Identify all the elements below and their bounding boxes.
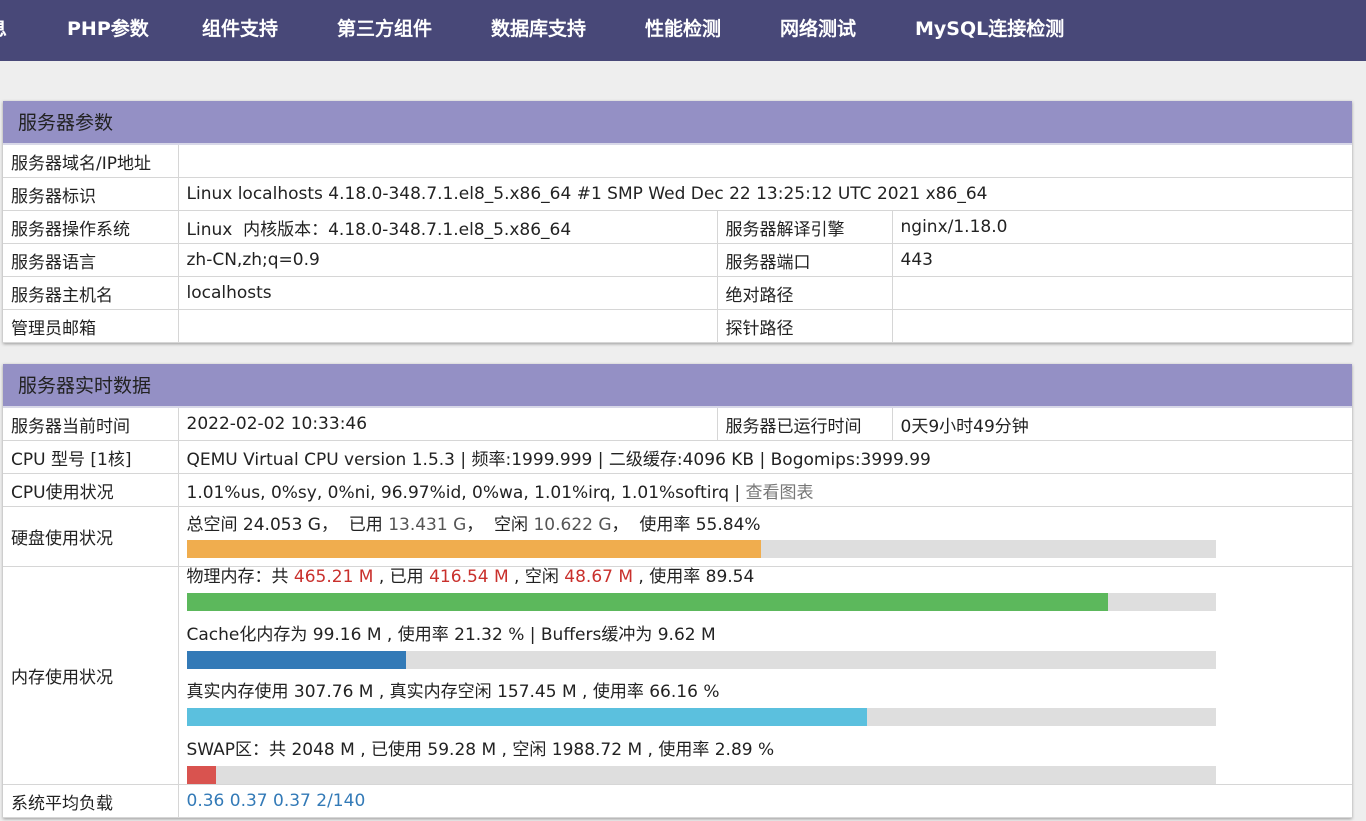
real-memory-fill bbox=[186, 708, 868, 726]
uptime-value: 0天9小时49分钟 bbox=[892, 408, 1352, 441]
disk-progress-bar bbox=[186, 540, 1216, 558]
cpu-usage-label: CPU使用状况 bbox=[3, 473, 179, 507]
nav-item-third-party[interactable]: 第三方组件 bbox=[337, 0, 432, 61]
os-label: 服务器操作系统 bbox=[3, 210, 179, 244]
email-value bbox=[178, 309, 718, 343]
physical-free-value: 48.67 M bbox=[564, 567, 634, 587]
load-label: 系统平均负载 bbox=[3, 784, 179, 818]
table-row: 硬盘使用状况 总空间 24.053 G， 已用 13.431 G， 空闲 10.… bbox=[3, 506, 1352, 567]
table-row: 服务器标识 Linux localhosts 4.18.0-348.7.1.el… bbox=[3, 177, 1352, 211]
table-row: 管理员邮箱 探针路径 bbox=[3, 309, 1352, 343]
table-row: CPU使用状况 1.01%us, 0%sy, 0%ni, 96.97%id, 0… bbox=[3, 473, 1352, 507]
realtime-table: 服务器当前时间 2022-02-02 10:33:46 服务器已运行时间 0天9… bbox=[3, 408, 1352, 818]
domain-value bbox=[178, 145, 1352, 178]
table-row: CPU 型号 [1核] QEMU Virtual CPU version 1.5… bbox=[3, 440, 1352, 474]
memory-label: 内存使用状况 bbox=[3, 566, 179, 785]
disk-cell: 总空间 24.053 G， 已用 13.431 G， 空闲 10.622 G， … bbox=[178, 506, 1352, 567]
cache-memory-text: Cache化内存为 99.16 M , 使用率 21.32 % | Buffer… bbox=[186, 625, 716, 645]
domain-label: 服务器域名/IP地址 bbox=[3, 145, 179, 178]
physical-free-text: , 空闲 bbox=[508, 567, 565, 587]
port-value: 443 bbox=[892, 243, 1352, 277]
realtime-title: 服务器实时数据 bbox=[3, 364, 1352, 408]
physical-memory-fill bbox=[186, 593, 1108, 611]
abspath-value bbox=[892, 276, 1352, 310]
ident-value: Linux localhosts 4.18.0-348.7.1.el8_5.x8… bbox=[178, 177, 1352, 211]
real-memory-bar bbox=[186, 708, 1216, 726]
physical-percent-text: , 使用率 89.54 bbox=[633, 567, 755, 587]
table-row: 服务器主机名 localhosts 绝对路径 bbox=[3, 276, 1352, 310]
realtime-panel: 服务器实时数据 服务器当前时间 2022-02-02 10:33:46 服务器已… bbox=[3, 364, 1352, 818]
table-row: 系统平均负载 0.36 0.37 0.37 2/140 bbox=[3, 784, 1352, 818]
physical-memory-bar bbox=[186, 593, 1216, 611]
server-params-panel: 服务器参数 服务器域名/IP地址 服务器标识 Linux localhosts … bbox=[3, 101, 1352, 343]
lang-value: zh-CN,zh;q=0.9 bbox=[178, 243, 718, 277]
cpu-model-label: CPU 型号 [1核] bbox=[3, 440, 179, 474]
swap-text: SWAP区：共 2048 M , 已使用 59.28 M , 空闲 1988.7… bbox=[186, 740, 775, 760]
table-row: 内存使用状况 物理内存：共 465.21 M , 已用 416.54 M , 空… bbox=[3, 566, 1352, 785]
disk-progress-fill bbox=[186, 540, 762, 558]
top-navigation-bar: 息 PHP参数 组件支持 第三方组件 数据库支持 性能检测 网络测试 MySQL… bbox=[0, 0, 1366, 61]
time-value: 2022-02-02 10:33:46 bbox=[178, 408, 718, 441]
load-value: 0.36 0.37 0.37 2/140 bbox=[178, 784, 1352, 818]
table-row: 服务器当前时间 2022-02-02 10:33:46 服务器已运行时间 0天9… bbox=[3, 408, 1352, 441]
os-value: Linux 内核版本：4.18.0-348.7.1.el8_5.x86_64 bbox=[178, 210, 718, 244]
table-row: 服务器操作系统 Linux 内核版本：4.18.0-348.7.1.el8_5.… bbox=[3, 210, 1352, 244]
disk-free-value: 10.622 G bbox=[533, 515, 612, 535]
disk-percent-text: ， 使用率 55.84% bbox=[611, 515, 761, 535]
port-label: 服务器端口 bbox=[717, 243, 893, 277]
disk-free-text: ， 空闲 bbox=[466, 515, 534, 535]
time-label: 服务器当前时间 bbox=[3, 408, 179, 441]
disk-usage-text: 总空间 24.053 G， 已用 13.431 G， 空闲 10.622 G， … bbox=[187, 515, 1345, 535]
physical-total-value: 465.21 M bbox=[293, 567, 374, 587]
server-params-title: 服务器参数 bbox=[3, 101, 1352, 145]
cache-memory-fill bbox=[186, 651, 406, 669]
engine-label: 服务器解译引擎 bbox=[717, 210, 893, 244]
physical-memory-text: 物理内存：共 465.21 M , 已用 416.54 M , 空闲 48.67… bbox=[187, 567, 1345, 587]
real-memory-text: 真实内存使用 307.76 M , 真实内存空闲 157.45 M , 使用率 … bbox=[186, 682, 720, 702]
nav-item-components[interactable]: 组件支持 bbox=[202, 0, 278, 61]
nav-item-info[interactable]: 息 bbox=[0, 0, 7, 61]
probe-label: 探针路径 bbox=[717, 309, 893, 343]
cpu-chart-link[interactable]: 查看图表 bbox=[746, 483, 814, 503]
memory-cell: 物理内存：共 465.21 M , 已用 416.54 M , 空闲 48.67… bbox=[178, 566, 1352, 785]
disk-used-value: 13.431 G bbox=[388, 515, 467, 535]
disk-label: 硬盘使用状况 bbox=[3, 506, 179, 567]
table-row: 服务器语言 zh-CN,zh;q=0.9 服务器端口 443 bbox=[3, 243, 1352, 277]
engine-value: nginx/1.18.0 bbox=[892, 210, 1352, 244]
cpu-usage-value: 1.01%us, 0%sy, 0%ni, 96.97%id, 0%wa, 1.0… bbox=[186, 482, 730, 503]
abspath-label: 绝对路径 bbox=[717, 276, 893, 310]
nav-item-network-test[interactable]: 网络测试 bbox=[780, 0, 856, 61]
email-label: 管理员邮箱 bbox=[3, 309, 179, 343]
lang-label: 服务器语言 bbox=[3, 243, 179, 277]
cpu-usage-separator: | bbox=[729, 482, 746, 503]
swap-bar bbox=[186, 766, 1216, 784]
ident-label: 服务器标识 bbox=[3, 177, 179, 211]
physical-used-text: , 已用 bbox=[373, 567, 430, 587]
table-row: 服务器域名/IP地址 bbox=[3, 145, 1352, 178]
disk-total-text: 总空间 24.053 G， 已用 bbox=[186, 515, 389, 535]
probe-value bbox=[892, 309, 1352, 343]
physical-total-text: 物理内存：共 bbox=[186, 567, 294, 587]
swap-fill bbox=[186, 766, 217, 784]
uptime-label: 服务器已运行时间 bbox=[717, 408, 893, 441]
nav-item-mysql-test[interactable]: MySQL连接检测 bbox=[915, 0, 1064, 61]
host-value: localhosts bbox=[178, 276, 718, 310]
cpu-model-value: QEMU Virtual CPU version 1.5.3 | 频率:1999… bbox=[178, 440, 1352, 474]
nav-item-database[interactable]: 数据库支持 bbox=[491, 0, 586, 61]
nav-item-php-params[interactable]: PHP参数 bbox=[67, 0, 149, 61]
nav-item-performance[interactable]: 性能检测 bbox=[645, 0, 721, 61]
physical-used-value: 416.54 M bbox=[429, 567, 509, 587]
cache-memory-bar bbox=[186, 651, 1216, 669]
host-label: 服务器主机名 bbox=[3, 276, 179, 310]
cpu-usage-cell: 1.01%us, 0%sy, 0%ni, 96.97%id, 0%wa, 1.0… bbox=[178, 473, 1352, 507]
server-params-table: 服务器域名/IP地址 服务器标识 Linux localhosts 4.18.0… bbox=[3, 145, 1352, 343]
